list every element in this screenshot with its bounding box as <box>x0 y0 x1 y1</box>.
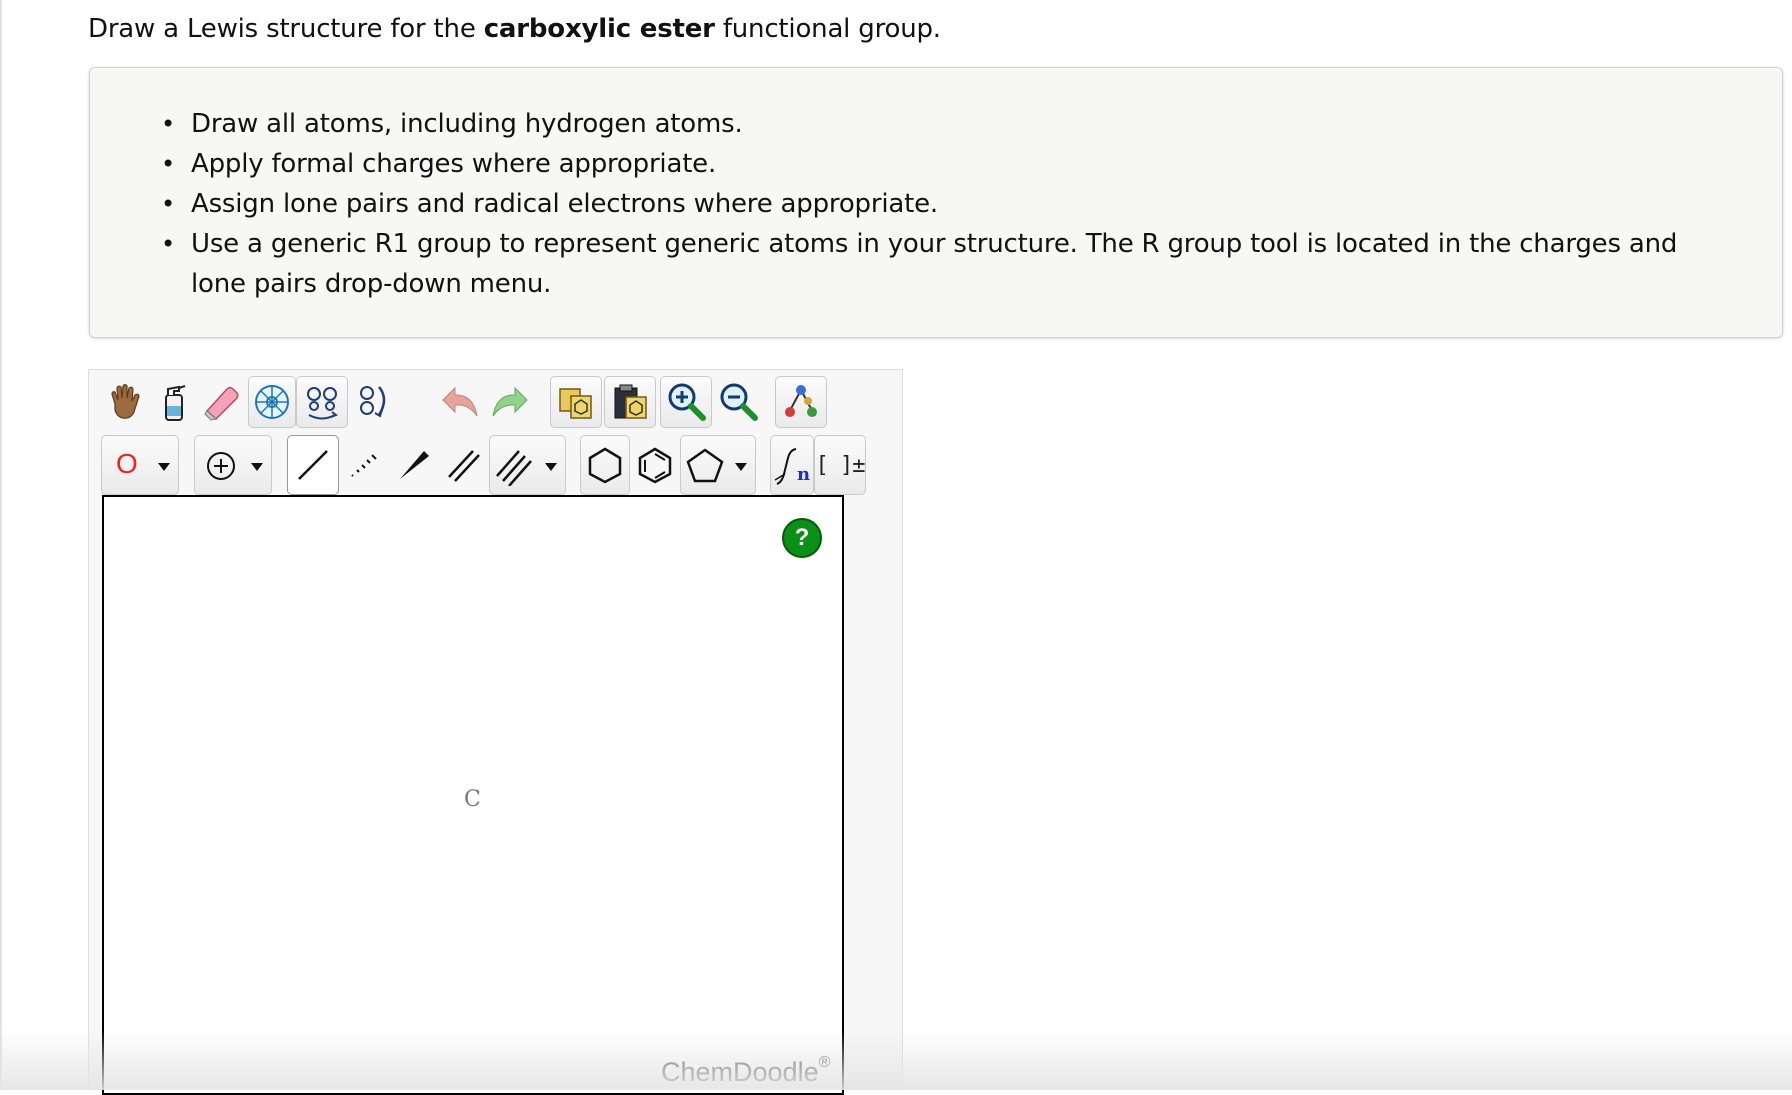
chemdoodle-editor: O n []± C ? ChemDoodle® <box>88 369 903 1095</box>
redo-button[interactable] <box>485 376 537 428</box>
instructions-list: Draw all atoms, including hydrogen atoms… <box>90 68 1782 304</box>
lasso-select-icon <box>255 385 289 419</box>
rotate-molecule-icon <box>360 386 386 418</box>
clear-tool-button[interactable] <box>149 376 197 428</box>
triple-bond-icon <box>496 450 532 486</box>
redo-arrow-icon <box>492 386 528 417</box>
ring-benzene-button[interactable] <box>630 435 680 495</box>
hand-icon <box>111 383 140 419</box>
brand-name: ChemDoodle <box>661 1057 819 1087</box>
chemdoodle-watermark: ChemDoodle® <box>661 1054 831 1088</box>
bracket-charge-icon: [ ]± <box>815 452 866 478</box>
zoom-in-button[interactable] <box>660 376 712 428</box>
zoom-out-icon <box>720 383 758 421</box>
paste-clipboard-icon <box>614 384 647 419</box>
question-prefix: Draw a Lewis structure for the <box>88 14 484 44</box>
single-bond-icon <box>298 450 328 480</box>
zoom-in-icon <box>668 383 706 421</box>
bracket-charge-button[interactable]: [ ]± <box>814 435 866 495</box>
carbon-atom[interactable]: C <box>464 787 481 812</box>
clean-structure-button[interactable] <box>775 376 827 428</box>
help-label: ? <box>794 524 810 551</box>
chevron-down-icon <box>158 463 170 471</box>
chevron-down-icon <box>545 463 557 471</box>
help-button[interactable]: ? <box>782 518 822 558</box>
paste-button[interactable] <box>604 376 656 428</box>
lasso-select-button[interactable] <box>248 376 296 428</box>
chevron-down-icon <box>251 463 263 471</box>
triple-bond-selector[interactable] <box>489 435 566 495</box>
instruction-item: Apply formal charges where appropriate. <box>161 144 1722 184</box>
cyclohexane-icon <box>588 447 622 484</box>
question-bold-term: carboxylic ester <box>483 14 715 44</box>
page-left-border <box>0 0 2 1090</box>
charges-lone-pairs-selector[interactable] <box>194 435 272 495</box>
repeat-unit-button[interactable]: n <box>770 435 814 495</box>
instruction-item: Use a generic R1 group to represent gene… <box>161 224 1722 304</box>
eraser-icon <box>204 386 239 421</box>
copy-button[interactable] <box>550 376 602 428</box>
eraser-tool-button[interactable] <box>197 376 245 428</box>
ring-pentagon-selector[interactable] <box>680 435 756 495</box>
registered-mark: ® <box>818 1054 831 1071</box>
repeat-unit-label: n <box>797 464 811 485</box>
single-bond-button[interactable] <box>287 435 339 495</box>
benzene-icon <box>638 447 672 484</box>
repeat-unit-icon <box>774 448 797 485</box>
instructions-panel: Draw all atoms, including hydrogen atoms… <box>89 67 1783 338</box>
wedge-bond-icon <box>400 451 429 479</box>
zoom-out-button[interactable] <box>712 376 764 428</box>
undo-arrow-icon <box>442 386 478 417</box>
spray-bottle-icon <box>165 385 186 421</box>
question-suffix: functional group. <box>714 14 941 44</box>
hand-tool-button[interactable] <box>101 376 149 428</box>
atom-selector[interactable]: O <box>101 435 179 495</box>
undo-button[interactable] <box>433 376 485 428</box>
chevron-down-icon <box>735 463 747 471</box>
dashed-bond-button[interactable] <box>339 435 389 495</box>
cyclopentane-icon <box>686 448 724 483</box>
flip-molecule-icon <box>307 387 339 420</box>
question-prompt: Draw a Lewis structure for the carboxyli… <box>88 14 941 44</box>
hashed-wedge-bond-icon <box>351 454 377 477</box>
clean-structure-icon <box>785 385 817 417</box>
atom-selector-label: O <box>116 448 138 479</box>
double-bond-icon <box>448 450 480 482</box>
drawing-canvas[interactable]: C ? ChemDoodle® <box>102 495 844 1095</box>
ring-hexagon-button[interactable] <box>580 435 630 495</box>
wedge-bond-button[interactable] <box>389 435 439 495</box>
instruction-item: Assign lone pairs and radical electrons … <box>161 184 1722 224</box>
plus-charge-icon <box>207 452 235 480</box>
rotate-molecule-button[interactable] <box>348 376 396 428</box>
instruction-item: Draw all atoms, including hydrogen atoms… <box>161 104 1722 144</box>
copy-molecule-icon <box>559 388 592 419</box>
double-bond-button[interactable] <box>439 435 489 495</box>
flip-horizontal-button[interactable] <box>296 376 348 428</box>
